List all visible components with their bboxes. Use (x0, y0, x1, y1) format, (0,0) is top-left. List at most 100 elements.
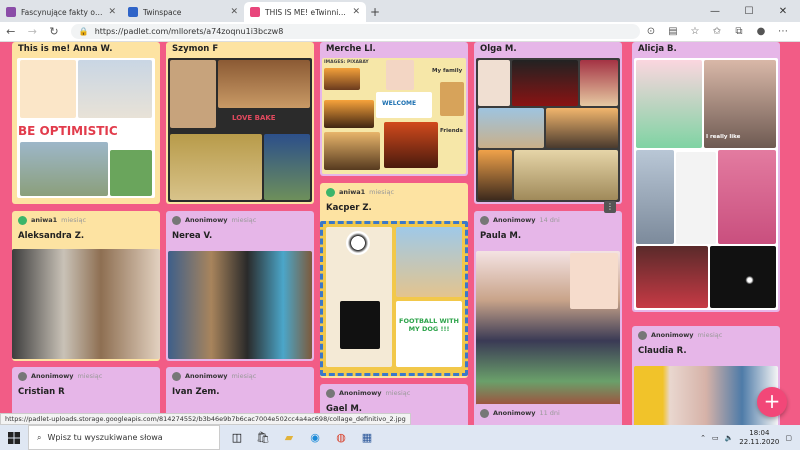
post-card[interactable]: aniwa1 miesiąc Kacper Z. FOOTBALL WITH M… (320, 183, 468, 378)
post-title: Szymon F (172, 44, 219, 54)
notifications-icon[interactable]: ▢ (785, 434, 792, 442)
store-icon[interactable]: 🛍 (250, 425, 276, 450)
taskbar: ⌕ Wpisz tu wyszukiwane słowa ◫ 🛍 ▰ ◉ ◍ ▦… (0, 425, 800, 450)
post-meta: Anonimowy miesiąc (320, 384, 468, 402)
post-card[interactable]: Anonimowy 11 dni (474, 404, 622, 425)
profile-icon[interactable]: ● (750, 26, 772, 37)
status-url-tooltip: https://padlet-uploads.storage.googleapi… (0, 413, 411, 425)
edge-icon[interactable]: ◉ (302, 425, 328, 450)
search-placeholder: Wpisz tu wyszukiwane słowa (47, 433, 163, 442)
post-time: miesiąc (231, 216, 257, 224)
favorites-icon[interactable]: ✩ (706, 26, 728, 37)
new-tab-button[interactable]: + (366, 2, 384, 22)
post-card[interactable]: This is me! Anna W. BE OPTIMISTIC (12, 42, 160, 204)
author-name: Anonimowy (31, 372, 74, 380)
post-time: miesiąc (369, 188, 395, 196)
tab-fascynujace[interactable]: Fascynujące fakty o zwierzętach ✕ (0, 2, 122, 22)
post-time: miesiąc (697, 331, 723, 339)
post-time: 11 dni (539, 409, 560, 417)
sunset-photo (324, 68, 360, 90)
author-name: aniwa1 (31, 216, 58, 224)
tracking-icon[interactable]: ⊙ (640, 26, 662, 37)
close-tab-icon[interactable]: ✕ (352, 7, 360, 17)
reading-photo (324, 132, 380, 170)
tab-twinspace[interactable]: Twinspace ✕ (122, 2, 244, 22)
author-name: aniwa1 (339, 188, 366, 196)
author-name: Anonimowy (493, 409, 536, 417)
minimize-button[interactable]: — (698, 0, 732, 22)
search-icon: ⌕ (37, 432, 42, 442)
url-field[interactable]: 🔒 https://padlet.com/mllorets/a74zoqnu1i… (70, 24, 640, 39)
post-meta: Anonimowy miesiąc (12, 367, 160, 385)
post-collage-image[interactable] (634, 366, 778, 425)
post-more-button[interactable]: ⋮ (604, 201, 616, 213)
cactus-photo (110, 150, 152, 196)
collections-icon[interactable]: ⧉ (728, 26, 750, 37)
tab-padlet[interactable]: THIS IS ME! eTwinning 20-21 Vo ✕ (244, 2, 366, 22)
post-card[interactable]: Anonimowy miesiąc Claudia R. (632, 326, 780, 425)
post-title: Kacper Z. (326, 203, 372, 213)
author-avatar (172, 371, 181, 381)
chevron-up-icon[interactable]: ⌃ (700, 434, 706, 442)
close-tab-icon[interactable]: ✕ (108, 7, 116, 17)
clock[interactable]: 18:04 22.11.2020 (739, 429, 779, 447)
author-avatar (326, 187, 335, 197)
lake-photo (264, 134, 310, 200)
dog-photo (396, 227, 462, 297)
post-card[interactable]: Olga M. (474, 42, 622, 204)
post-card[interactable]: Anonimowy 14 dni Paula M. (474, 211, 622, 416)
post-meta: Anonimowy miesiąc (166, 211, 314, 229)
post-collage-image[interactable] (12, 249, 160, 359)
network-icon[interactable]: ▭ (712, 434, 719, 442)
post-meta: Anonimowy 11 dni (474, 404, 622, 422)
volume-icon[interactable]: 🔈 (725, 434, 734, 442)
tab-title: Fascynujące fakty o zwierzętach (21, 7, 103, 17)
post-time: miesiąc (231, 372, 257, 380)
post-title: Cristian R (18, 387, 65, 397)
wheat-photo (170, 134, 262, 200)
bitmoji-cartoon (676, 152, 716, 244)
back-arrow-icon[interactable]: ← (0, 22, 22, 42)
forward-arrow-icon[interactable]: → (22, 22, 44, 42)
url-text: https://padlet.com/mllorets/a74zoqnu1i3b… (94, 27, 284, 36)
book-photo (514, 150, 618, 200)
add-post-button[interactable]: + (757, 387, 787, 417)
address-bar: ← → ↻ 🔒 https://padlet.com/mllorets/a74z… (0, 22, 800, 42)
post-card[interactable]: Merche Ll. IMAGES: PIXABAY WELCOME My fa… (320, 42, 468, 176)
tab-favicon-icon (250, 7, 260, 17)
post-card[interactable]: Alicja B. I really like (632, 42, 780, 312)
tab-favicon-icon (6, 7, 16, 17)
start-button[interactable] (0, 425, 28, 450)
post-title: Olga M. (480, 44, 517, 54)
refresh-icon[interactable]: ↻ (43, 22, 65, 42)
post-title: Alicja B. (638, 44, 677, 54)
maximize-button[interactable]: ☐ (732, 0, 766, 22)
word-icon[interactable]: ▦ (354, 425, 380, 450)
favorite-star-icon[interactable]: ☆ (684, 26, 706, 37)
window-controls: — ☐ ✕ (698, 0, 800, 22)
post-title: Merche Ll. (326, 44, 376, 54)
close-tab-icon[interactable]: ✕ (230, 7, 238, 17)
author-avatar (172, 215, 181, 225)
taskbar-search-field[interactable]: ⌕ Wpisz tu wyszukiwane słowa (28, 425, 220, 450)
file-explorer-icon[interactable]: ▰ (276, 425, 302, 450)
task-view-icon[interactable]: ◫ (224, 425, 250, 450)
tab-favicon-icon (128, 7, 138, 17)
author-name: Anonimowy (185, 216, 228, 224)
lock-icon: 🔒 (78, 27, 89, 36)
menu-dots-icon[interactable]: ⋯ (772, 26, 794, 37)
author-avatar (18, 215, 27, 225)
post-card[interactable]: Anonimowy miesiąc Nerea V. (166, 211, 314, 361)
read-mode-icon[interactable]: ▤ (662, 26, 684, 37)
author-avatar (326, 388, 335, 398)
close-window-button[interactable]: ✕ (766, 0, 800, 22)
cake-photo (636, 60, 702, 148)
post-collage-image[interactable] (168, 251, 312, 359)
chrome-icon[interactable]: ◍ (328, 425, 354, 450)
beach-photo (478, 108, 544, 148)
dessert-photo (636, 246, 708, 308)
post-title: Claudia R. (638, 346, 687, 356)
post-card[interactable]: aniwa1 miesiąc Aleksandra Z. (12, 211, 160, 361)
post-card[interactable]: Szymon F LOVE BAKE (166, 42, 314, 204)
gym-photo (78, 60, 152, 118)
